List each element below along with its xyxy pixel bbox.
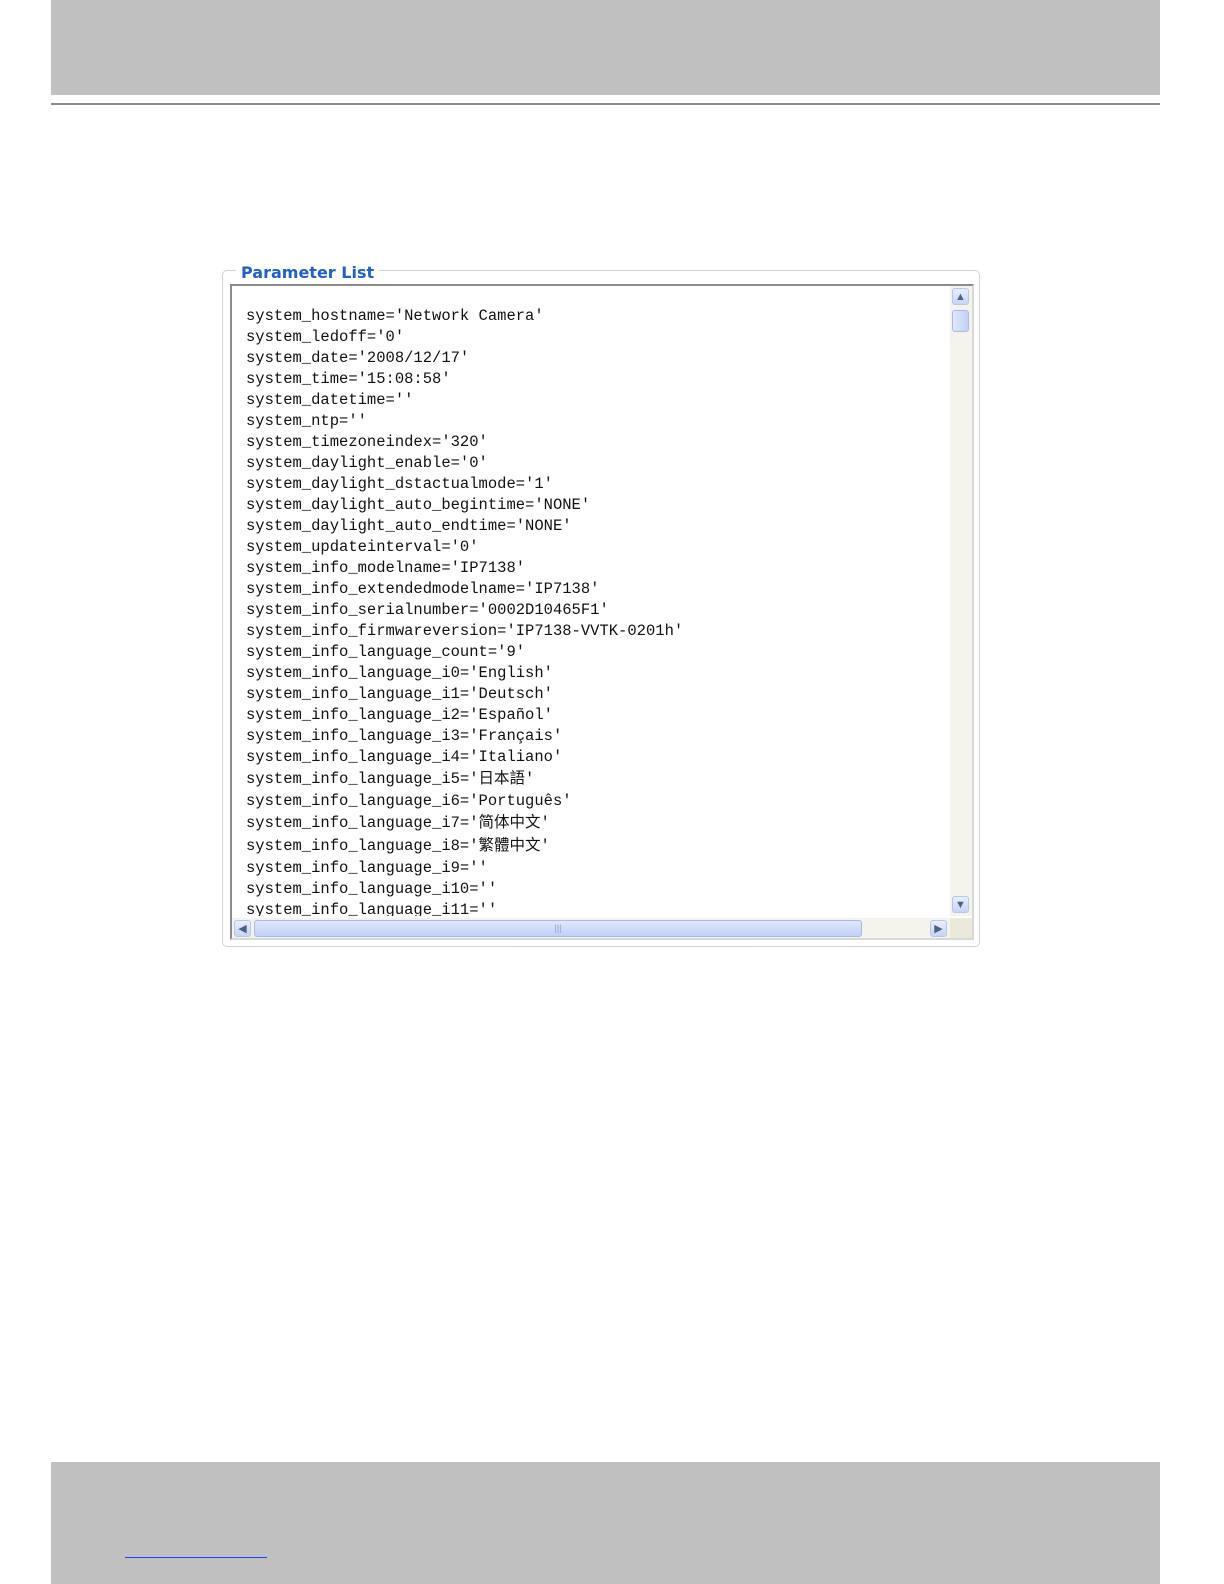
chevron-left-icon[interactable]: ◀: [234, 920, 251, 937]
parameter-line: system_daylight_enable='0': [246, 454, 488, 472]
parameter-line: system_hostname='Network Camera': [246, 307, 544, 325]
vertical-scroll-thumb[interactable]: [952, 310, 969, 332]
parameter-line: system_info_language_i2='Español': [246, 706, 553, 724]
chevron-up-icon[interactable]: ▲: [952, 288, 969, 305]
page-header-bar: [51, 0, 1160, 95]
scrollbar-corner: [950, 918, 972, 938]
page-footer-bar: [51, 1462, 1160, 1584]
chevron-right-icon[interactable]: ▶: [930, 920, 947, 937]
parameter-line: system_info_serialnumber='0002D10465F1': [246, 601, 609, 619]
parameter-line: system_info_firmwareversion='IP7138-VVTK…: [246, 622, 684, 640]
parameter-line: system_info_language_i5='日本語': [246, 770, 535, 788]
horizontal-scroll-thumb[interactable]: |||: [254, 920, 862, 937]
header-divider: [51, 103, 1160, 105]
parameter-line: system_ntp='': [246, 412, 367, 430]
parameter-list-content: system_hostname='Network Camera' system_…: [246, 306, 946, 916]
parameter-list-legend: Parameter List: [236, 263, 380, 283]
parameter-list-textarea[interactable]: system_hostname='Network Camera' system_…: [230, 284, 974, 940]
parameter-line: system_datetime='': [246, 391, 414, 409]
parameter-line: system_info_language_i9='': [246, 859, 488, 877]
parameter-line: system_info_modelname='IP7138': [246, 559, 526, 577]
parameter-line: system_daylight_dstactualmode='1': [246, 475, 553, 493]
parameter-line: system_info_extendedmodelname='IP7138': [246, 580, 600, 598]
parameter-line: system_daylight_auto_begintime='NONE': [246, 496, 591, 514]
parameter-line: system_info_language_i7='简体中文': [246, 814, 550, 832]
parameter-line: system_date='2008/12/17': [246, 349, 470, 367]
parameter-line: system_info_language_i10='': [246, 880, 498, 898]
parameter-line: system_info_language_i11='': [246, 901, 498, 916]
parameter-line: system_updateinterval='0': [246, 538, 479, 556]
parameter-line: system_daylight_auto_endtime='NONE': [246, 517, 572, 535]
footer-link-underline[interactable]: [125, 1556, 267, 1558]
parameter-line: system_info_language_i0='English': [246, 664, 553, 682]
parameter-line: system_ledoff='0': [246, 328, 405, 346]
parameter-line: system_info_language_i6='Português': [246, 792, 572, 810]
parameter-line: system_timezoneindex='320': [246, 433, 488, 451]
parameter-line: system_info_language_i4='Italiano': [246, 748, 563, 766]
parameter-line: system_info_language_count='9': [246, 643, 526, 661]
horizontal-scrollbar[interactable]: ◀ ||| ▶: [232, 918, 952, 938]
vertical-scrollbar[interactable]: ▲ ▼: [950, 286, 972, 916]
parameter-line: system_info_language_i1='Deutsch': [246, 685, 553, 703]
parameter-line: system_info_language_i3='Français': [246, 727, 563, 745]
parameter-line: system_info_language_i8='繁體中文': [246, 837, 550, 855]
parameter-line: system_time='15:08:58': [246, 370, 451, 388]
chevron-down-icon[interactable]: ▼: [952, 896, 969, 913]
